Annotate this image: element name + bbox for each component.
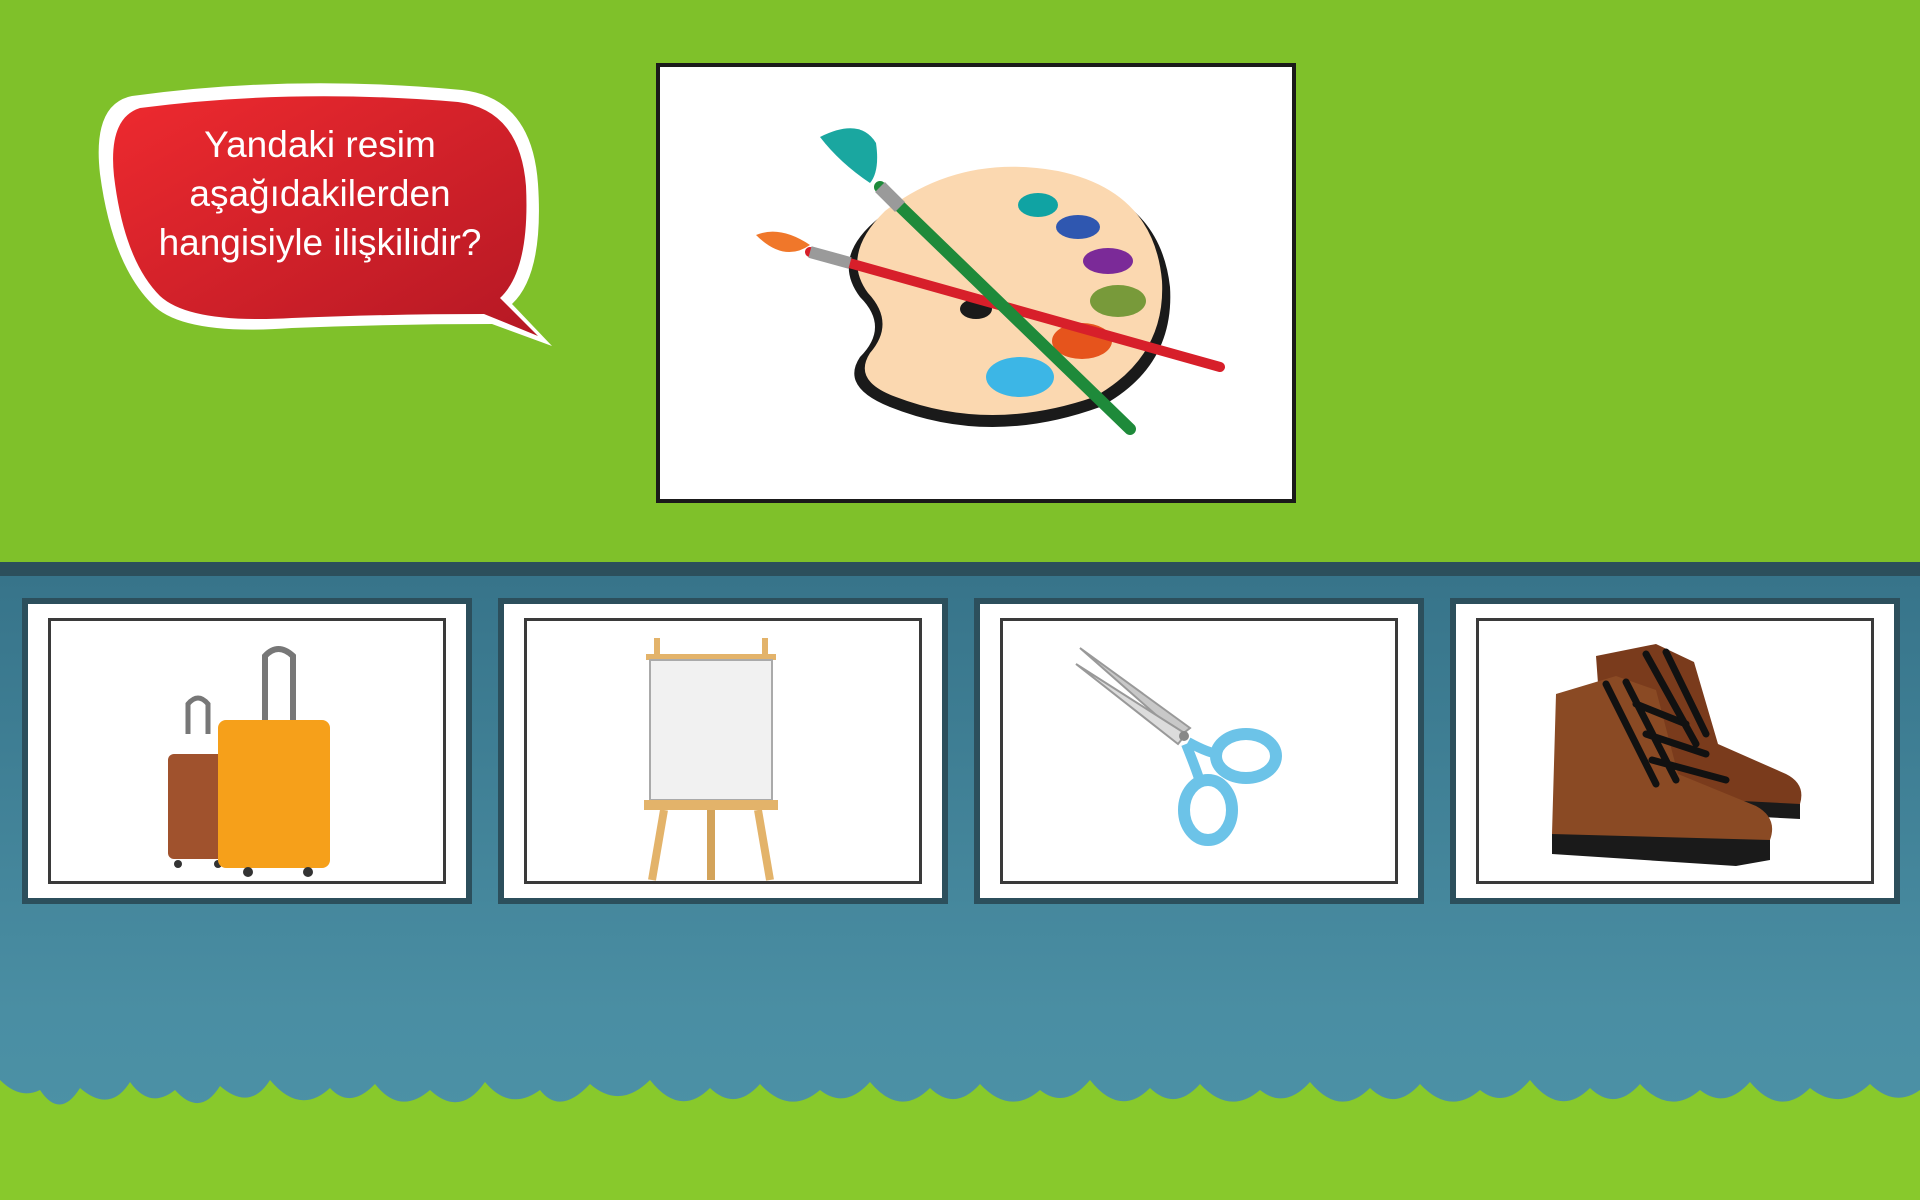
- choice-card-1[interactable]: [22, 598, 472, 904]
- hiking-boots-icon: [1552, 644, 1802, 866]
- choice-card-4[interactable]: [1450, 598, 1900, 904]
- choice-card-2[interactable]: [498, 598, 948, 904]
- divider: [0, 562, 1920, 576]
- main-image-card: [656, 63, 1296, 503]
- suitcases-icon: [168, 646, 330, 877]
- choice-card-3[interactable]: [974, 598, 1424, 904]
- grass-decoration: [0, 1080, 1920, 1200]
- palette-with-brushes-icon: [756, 128, 1225, 435]
- question-text: Yandaki resim aşağıdakilerden hangisiyle…: [158, 124, 482, 263]
- easel-icon: [644, 638, 778, 881]
- scissors-icon: [1075, 647, 1282, 846]
